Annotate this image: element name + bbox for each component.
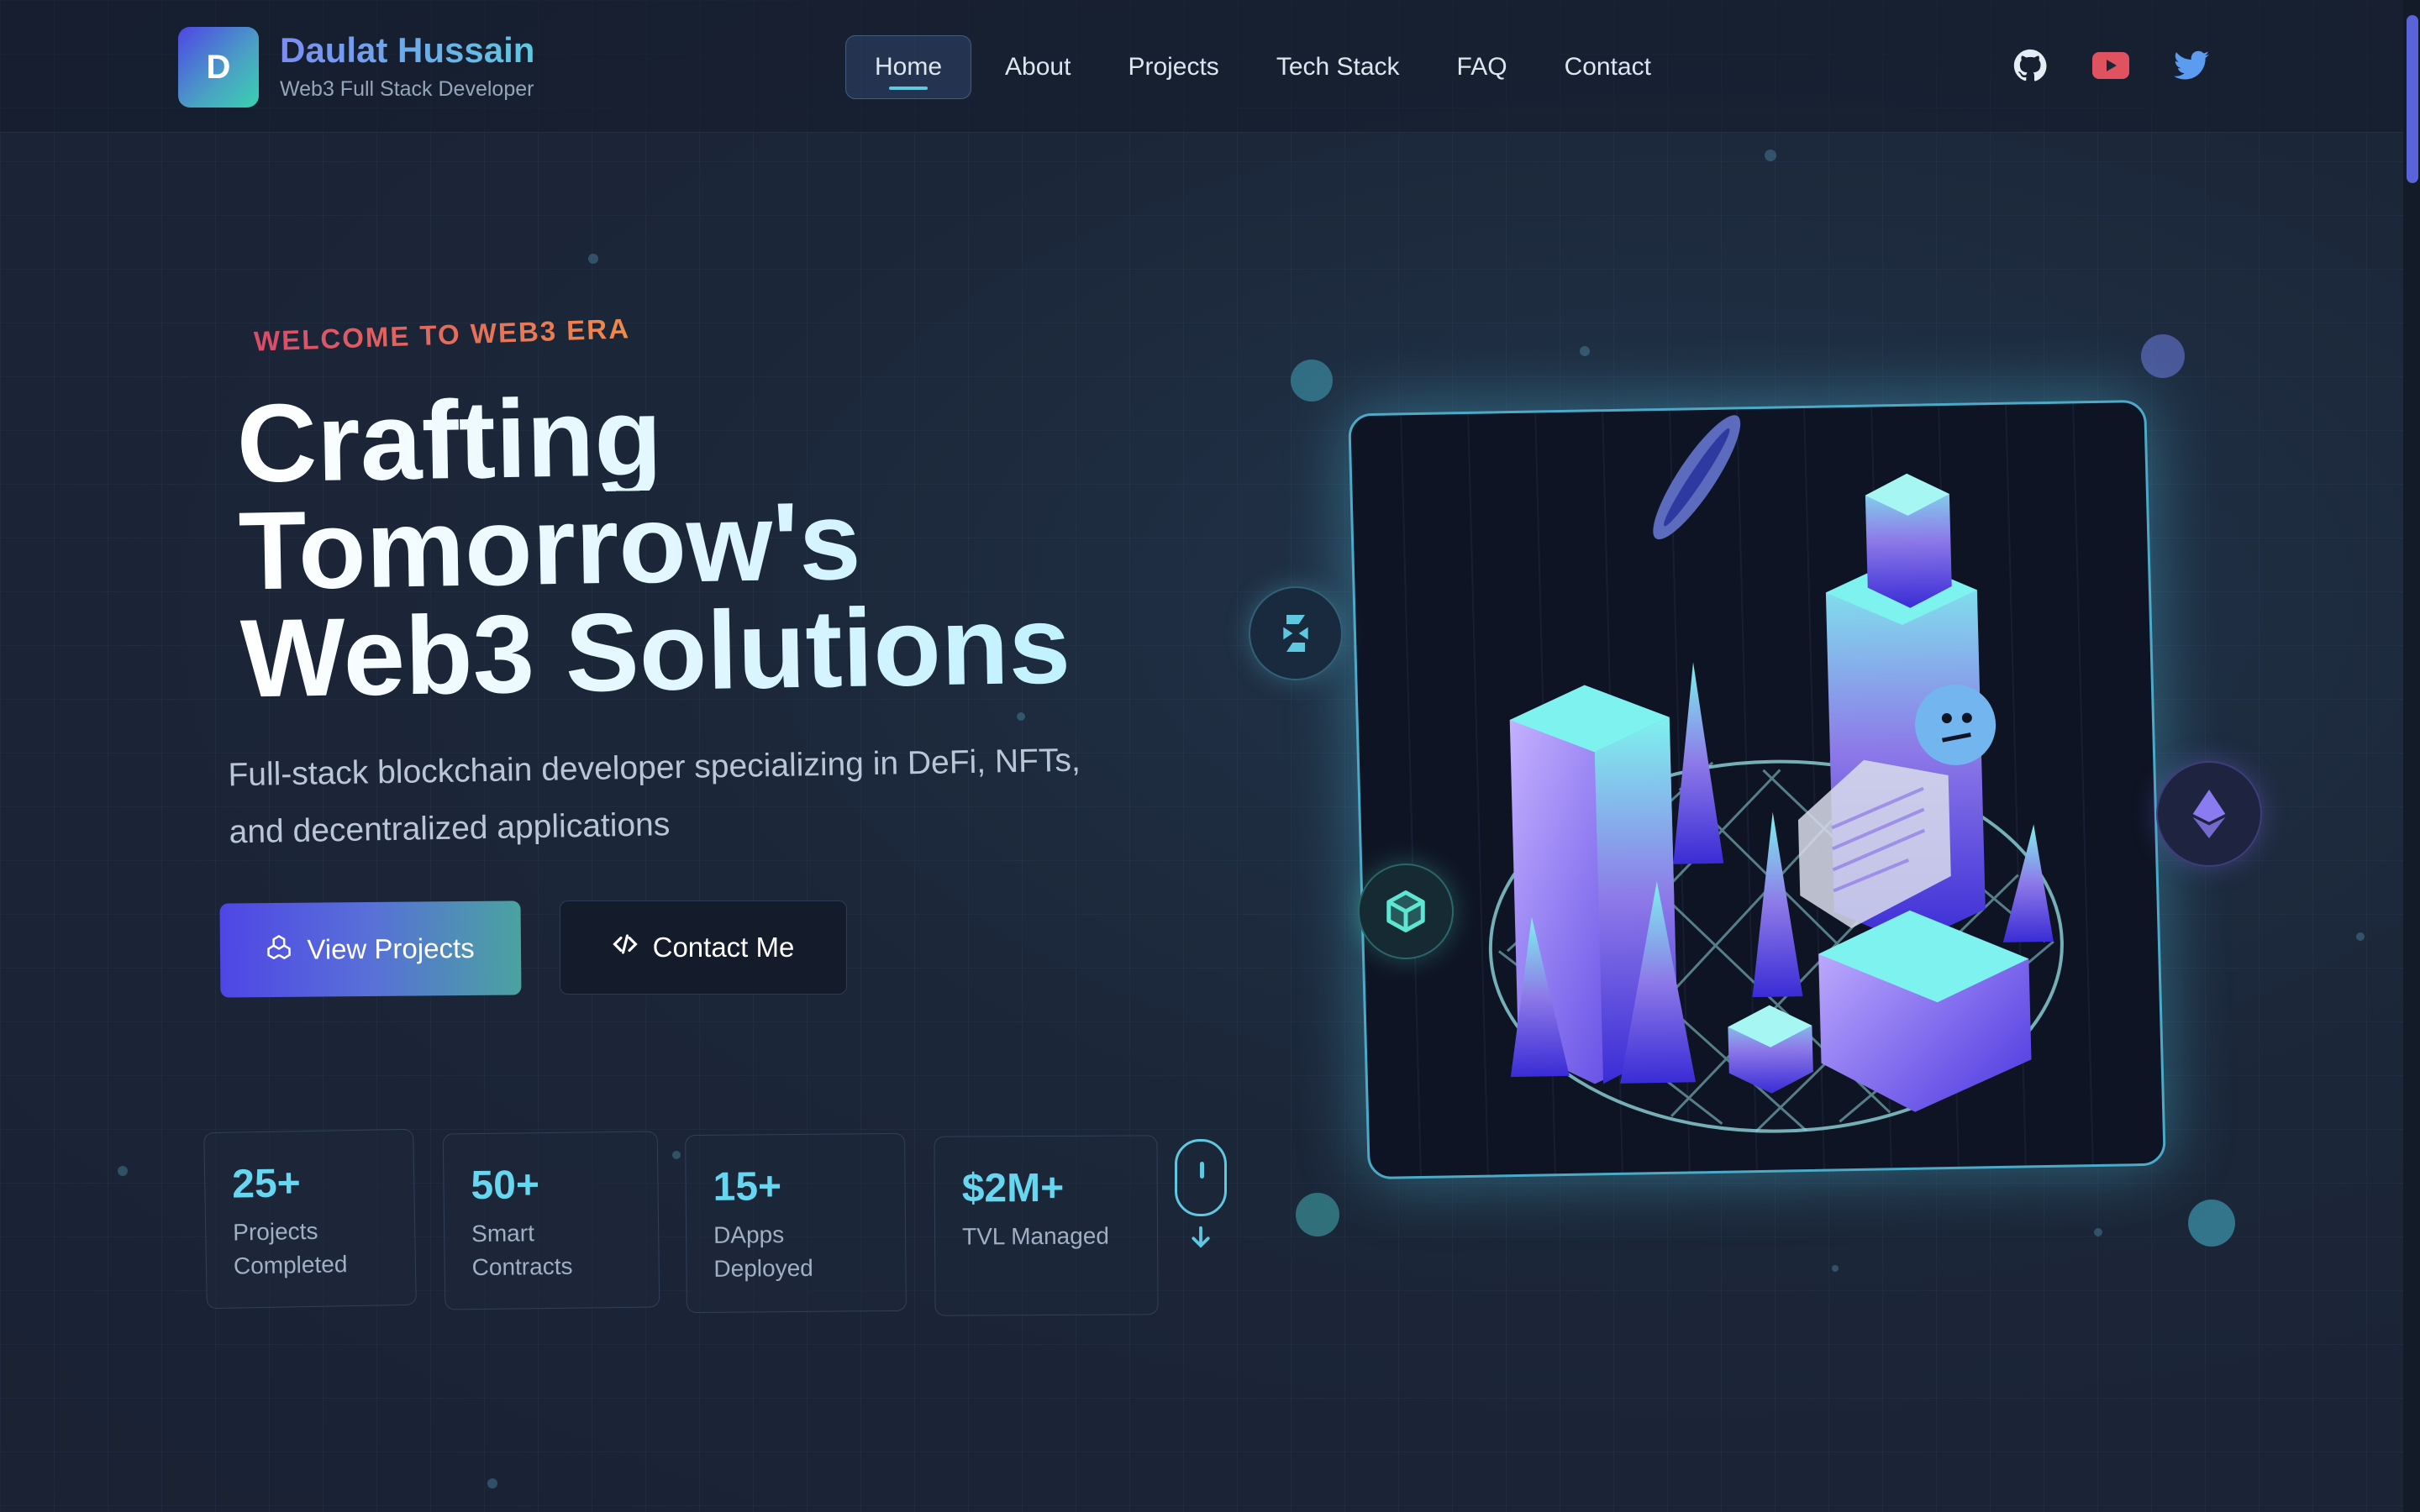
hero-subtitle: Full-stack blockchain developer speciali… [228, 742, 1081, 851]
stat-value: $2M+ [961, 1165, 1065, 1211]
stat-label: Smart Contracts [471, 1220, 573, 1281]
view-projects-button[interactable]: View Projects [219, 900, 522, 998]
stat-card: 25+ Projects Completed [203, 1128, 417, 1310]
decor-orb [1291, 360, 1333, 402]
decor-dot [1017, 712, 1025, 721]
brand-tagline: Web3 Full Stack Developer [280, 77, 534, 101]
main-nav: Home About Projects Tech Stack FAQ Conta… [845, 35, 1680, 99]
cube-icon [1358, 864, 1454, 959]
arrow-down-icon [1188, 1225, 1213, 1254]
nav-item-tech-stack[interactable]: Tech Stack [1248, 35, 1428, 99]
stat-value: 15+ [713, 1164, 782, 1210]
decor-dot [1765, 150, 1776, 161]
decor-orb [1296, 1193, 1339, 1236]
nav-item-contact[interactable]: Contact [1536, 35, 1680, 99]
hero-headline: Crafting Tomorrow's Web3 Solutions [236, 374, 1166, 721]
ethereum-icon [2156, 761, 2262, 867]
decor-dot [672, 1151, 681, 1159]
decor-dot [588, 254, 598, 264]
contact-me-label: Contact Me [652, 932, 795, 963]
decor-dot [487, 1478, 497, 1488]
nav-item-home[interactable]: Home [845, 35, 972, 99]
twitter-icon[interactable] [2173, 47, 2210, 84]
nav-item-about[interactable]: About [976, 35, 1099, 99]
nav-item-projects[interactable]: Projects [1099, 35, 1247, 99]
swap-icon [1249, 586, 1343, 680]
decor-dot [2356, 932, 2365, 941]
web3-city-illustration [1348, 399, 2166, 1180]
stat-value: 25+ [231, 1161, 302, 1207]
stat-card: $2M+ TVL Managed [934, 1135, 1159, 1316]
stat-label: TVL Managed [961, 1222, 1110, 1250]
decor-dot [118, 1166, 128, 1176]
decor-orb [2188, 1200, 2235, 1247]
youtube-icon[interactable] [2092, 47, 2129, 84]
brand-name[interactable]: Daulat Hussain [280, 30, 534, 71]
stat-card: 15+ DApps Deployed [685, 1132, 907, 1314]
logo[interactable]: D [178, 27, 259, 108]
cubes-icon [266, 934, 292, 966]
nav-item-faq[interactable]: FAQ [1428, 35, 1536, 99]
contact-me-button[interactable]: Contact Me [560, 900, 847, 995]
scrollbar-thumb[interactable] [2407, 15, 2418, 183]
logo-letter: D [206, 48, 231, 86]
scroll-indicator[interactable] [1175, 1139, 1227, 1216]
stat-value: 50+ [471, 1163, 540, 1209]
decor-orb [2141, 334, 2185, 378]
page-scrollbar[interactable] [2403, 0, 2420, 1512]
view-projects-label: View Projects [307, 932, 475, 965]
decor-dot [1832, 1265, 1839, 1272]
headline-line: Crafting [236, 374, 1162, 506]
stat-label: Projects Completed [232, 1217, 348, 1279]
stat-label: DApps Deployed [713, 1221, 813, 1282]
code-icon [612, 932, 638, 963]
site-header: D Daulat Hussain Web3 Full Stack Develop… [0, 0, 2403, 133]
github-icon[interactable] [2012, 47, 2049, 84]
headline-line: Web3 Solutions [239, 582, 1165, 720]
stat-card: 50+ Smart Contracts [442, 1131, 660, 1310]
